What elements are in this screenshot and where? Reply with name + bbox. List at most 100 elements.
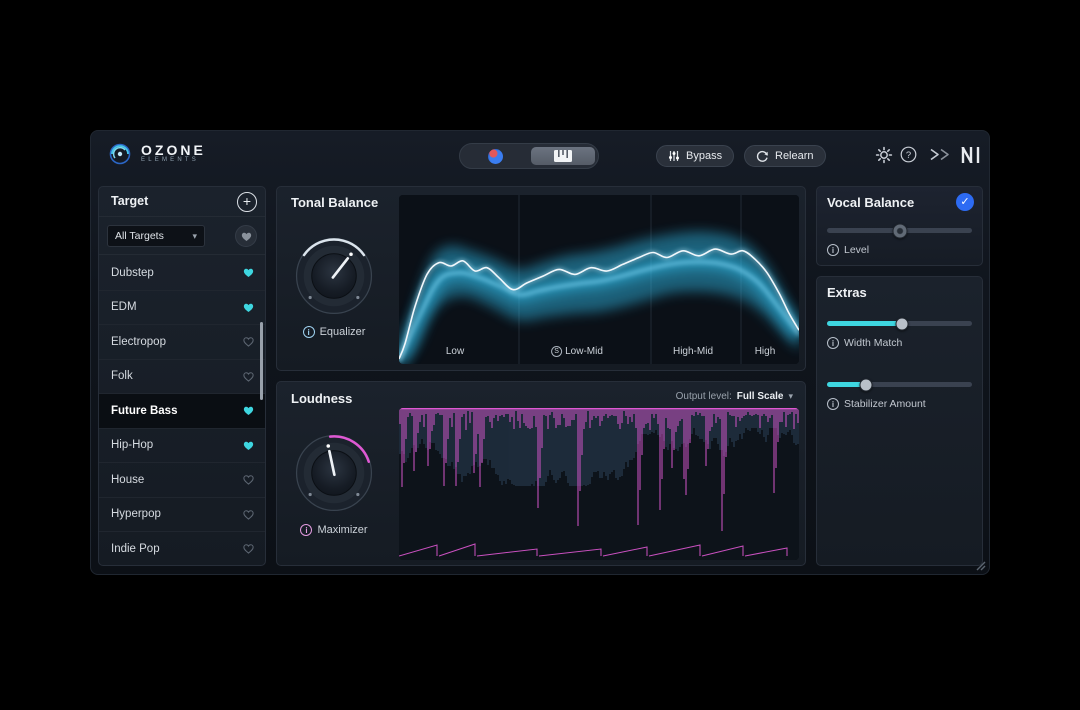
vocal-balance-title: Vocal Balance <box>827 195 914 210</box>
svg-text:?: ? <box>906 150 911 161</box>
genre-label: House <box>111 474 144 486</box>
equalizer-info-icon[interactable]: i <box>303 326 315 338</box>
app-logo: OZONE ELEMENTS <box>107 141 206 167</box>
genre-label: Dubstep <box>111 267 154 279</box>
target-header: Target + <box>99 187 265 217</box>
genre-label: Future Bass <box>111 405 177 417</box>
bypass-label: Bypass <box>686 150 722 162</box>
settings-gear-icon[interactable] <box>875 146 893 164</box>
heart-icon[interactable] <box>242 404 255 417</box>
heart-icon[interactable] <box>242 370 255 383</box>
heart-icon[interactable] <box>242 335 255 348</box>
meter-bars-icon <box>554 150 572 162</box>
relearn-button[interactable]: Relearn <box>744 145 826 167</box>
spectrum-curve <box>399 195 799 364</box>
target-genre-hyperpop[interactable]: Hyperpop <box>99 498 265 533</box>
signal-chain-icon[interactable] <box>929 148 951 161</box>
genre-label: Hip-Hop <box>111 439 153 451</box>
level-label: Level <box>844 244 869 256</box>
loudness-title: Loudness <box>291 391 352 406</box>
io-toggle-right[interactable] <box>531 147 595 165</box>
band-label-text: High <box>755 346 776 357</box>
maximizer-label: Maximizer <box>317 524 367 536</box>
ni-logo <box>959 147 983 163</box>
stabilizer-slider[interactable] <box>827 382 972 387</box>
brand-subname: ELEMENTS <box>141 157 206 164</box>
target-title: Target <box>111 194 148 208</box>
output-level-value: Full Scale <box>737 391 784 402</box>
bypass-faders-icon <box>668 150 680 162</box>
heart-icon[interactable] <box>242 508 255 521</box>
target-dropdown[interactable]: All Targets ▾ <box>107 225 205 247</box>
target-genre-indie-pop[interactable]: Indie Pop <box>99 532 265 564</box>
target-genre-edm[interactable]: EDM <box>99 291 265 326</box>
bypass-button[interactable]: Bypass <box>656 145 734 167</box>
help-icon[interactable]: ? <box>900 146 917 163</box>
width-match-info-icon[interactable]: i <box>827 337 839 349</box>
stabilizer-label: Stabilizer Amount <box>844 398 926 410</box>
target-genre-dubstep[interactable]: Dubstep <box>99 256 265 291</box>
width-match-knob[interactable] <box>896 317 909 330</box>
genre-scrollbar[interactable] <box>260 322 263 400</box>
vocal-balance-enabled-check[interactable]: ✓ <box>956 193 974 211</box>
width-match-fill <box>827 321 902 326</box>
genre-label: Folk <box>111 370 133 382</box>
level-info-icon[interactable]: i <box>827 244 839 256</box>
band-labels: Low SLow-Mid High-Mid High <box>399 346 799 360</box>
io-view-toggle[interactable] <box>459 143 599 169</box>
width-match-label: Width Match <box>844 337 902 349</box>
target-genre-house[interactable]: House <box>99 463 265 498</box>
equalizer-module-label[interactable]: i Equalizer <box>277 326 391 338</box>
target-genre-future-bass[interactable]: Future Bass <box>99 394 265 429</box>
maximizer-module-label[interactable]: i Maximizer <box>277 524 391 536</box>
heart-icon[interactable] <box>242 473 255 486</box>
target-filter-row: All Targets ▾ <box>99 217 265 255</box>
genre-list: Dubstep EDM Electropop Folk Future Bass Hip-H… <box>99 256 265 564</box>
ozone-window: OZONE ELEMENTS <box>90 130 990 575</box>
add-target-button[interactable]: + <box>237 192 257 212</box>
vocal-level-slider[interactable] <box>827 228 972 233</box>
tonal-balance-display: Low SLow-Mid High-Mid High <box>399 195 799 364</box>
sphere-icon <box>488 149 503 164</box>
heart-icon <box>240 230 253 243</box>
genre-label: Hyperpop <box>111 508 161 520</box>
heart-icon[interactable] <box>242 301 255 314</box>
brand-name: OZONE <box>141 144 206 157</box>
tonal-balance-panel: Tonal Balance i Equalizer LowSLow-MidHig… <box>276 186 806 371</box>
vocal-level-label-row: i Level <box>827 244 869 256</box>
genre-label: EDM <box>111 301 137 313</box>
target-genre-hip-hop[interactable]: Hip-Hop <box>99 429 265 464</box>
relearn-arrow-icon <box>756 150 769 163</box>
brand-text: OZONE ELEMENTS <box>141 144 206 164</box>
loudness-panel: Loudness Output level: Full Scale ▾ i Ma… <box>276 381 806 566</box>
target-dropdown-value: All Targets <box>115 230 164 242</box>
stabilizer-info-icon[interactable]: i <box>827 398 839 410</box>
band-label-low: Low <box>446 346 464 357</box>
chevron-down-icon: ▾ <box>788 391 793 402</box>
target-genre-electropop[interactable]: Electropop <box>99 325 265 360</box>
equalizer-knob[interactable] <box>293 235 375 317</box>
band-label-high-mid: High-Mid <box>673 346 713 357</box>
vocal-balance-panel: Vocal Balance ✓ i Level <box>816 186 983 266</box>
maximizer-info-icon[interactable]: i <box>300 524 312 536</box>
extras-panel: Extras i Width Match i Stabilizer Amount <box>816 276 983 566</box>
screen-background: OZONE ELEMENTS <box>0 0 1080 710</box>
stabilizer-knob[interactable] <box>860 378 873 391</box>
heart-icon[interactable] <box>242 266 255 279</box>
target-genre-folk[interactable]: Folk <box>99 360 265 395</box>
stabilizer-label-row: i Stabilizer Amount <box>827 398 926 410</box>
band-label-text: High-Mid <box>673 346 713 357</box>
heart-icon[interactable] <box>242 542 255 555</box>
width-match-slider[interactable] <box>827 321 972 326</box>
io-toggle-left[interactable] <box>460 144 530 168</box>
band-label-high: High <box>755 346 776 357</box>
band-label-text: Low-Mid <box>565 346 603 357</box>
output-level-control[interactable]: Output level: Full Scale ▾ <box>676 391 793 402</box>
resize-grip[interactable] <box>975 560 986 571</box>
vocal-level-knob[interactable] <box>892 223 907 238</box>
equalizer-label: Equalizer <box>320 326 366 338</box>
maximizer-knob[interactable] <box>293 432 375 514</box>
heart-icon[interactable] <box>242 439 255 452</box>
favorites-filter-button[interactable] <box>235 225 257 247</box>
band-label-low-mid: SLow-Mid <box>551 346 603 357</box>
